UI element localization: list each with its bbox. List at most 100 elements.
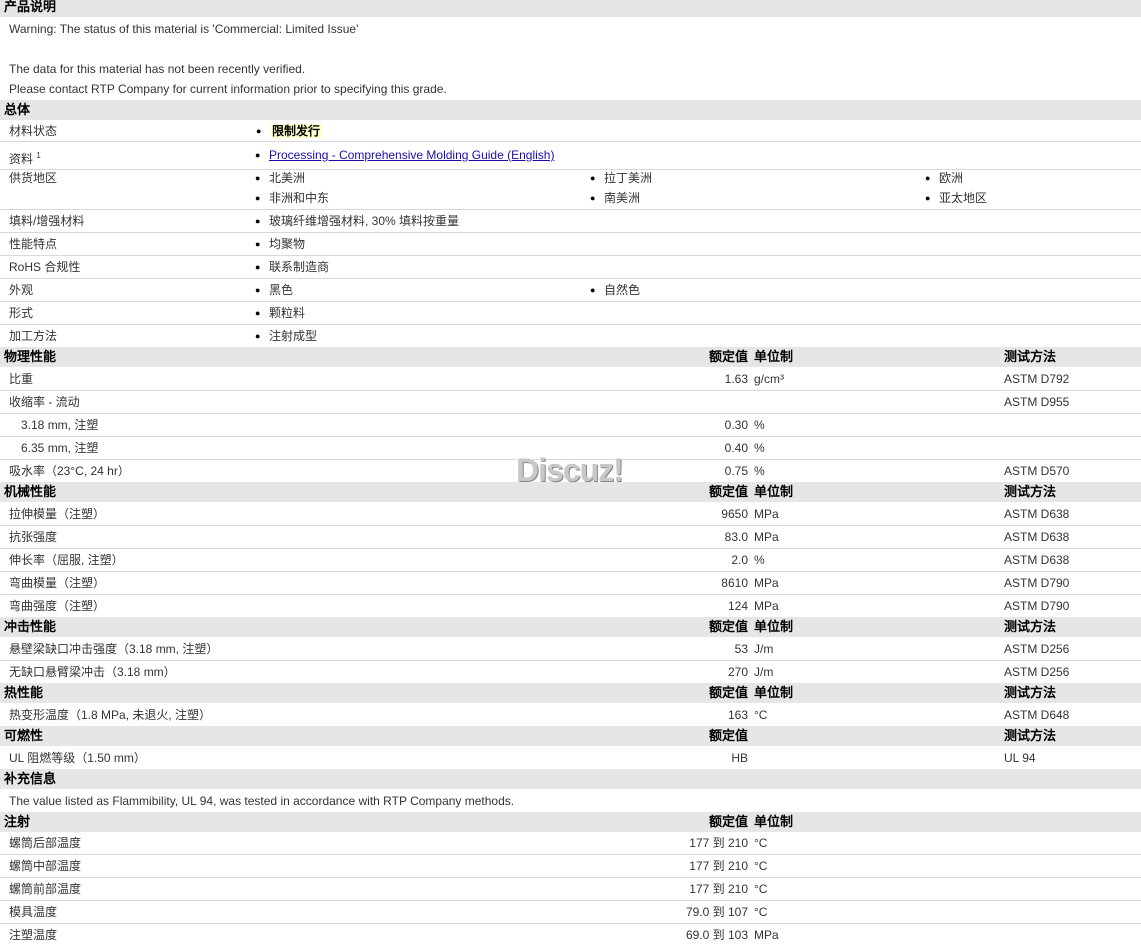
section-header-description: 产品说明 <box>0 0 1141 17</box>
property-label: 抗张强度 <box>9 530 58 544</box>
test-method: ASTM D648 <box>1004 708 1070 722</box>
molding-guide-link[interactable]: Processing - Comprehensive Molding Guide… <box>269 148 554 162</box>
value-header: 额定值 <box>708 349 748 364</box>
property-unit: J/m <box>754 642 774 656</box>
method-header: 测试方法 <box>1004 619 1057 634</box>
test-method: ASTM D638 <box>1004 507 1070 521</box>
row-label: 加工方法 <box>9 329 58 343</box>
test-method: ASTM D638 <box>1004 553 1070 567</box>
property-unit: % <box>754 464 765 478</box>
property-unit: % <box>754 553 765 567</box>
property-label: 拉伸模量（注塑） <box>9 507 106 521</box>
test-method: UL 94 <box>1004 751 1036 765</box>
section-title: 总体 <box>4 102 31 117</box>
property-label: 伸长率（屈服, 注塑） <box>9 553 124 567</box>
property-label: 吸水率（23°C, 24 hr） <box>9 464 130 478</box>
section-header-additional: 补充信息 <box>0 769 1141 789</box>
general-row-form: 形式 颗粒料 <box>0 302 1141 325</box>
supply-region: 非洲和中东 <box>255 187 329 209</box>
section-title: 注射 <box>4 814 31 829</box>
injection-row: 螺筒后部温度 177 到 210 °C <box>0 832 1141 855</box>
property-value: 124 <box>727 599 748 613</box>
general-row-filler: 填料/增强材料 玻璃纤维增强材料, 30% 填料按重量 <box>0 210 1141 233</box>
property-value: 177 到 210 <box>689 836 748 850</box>
mechanical-row: 弯曲强度（注塑） 124 MPa ASTM D790 <box>0 595 1141 618</box>
section-header-thermal: 热性能 额定值 单位制 测试方法 <box>0 683 1141 703</box>
supply-region: 北美洲 <box>255 167 305 189</box>
property-label: 6.35 mm, 注塑 <box>21 441 99 455</box>
property-unit: MPa <box>754 928 779 942</box>
property-unit: % <box>754 441 765 455</box>
appearance-value: 黑色 <box>255 279 293 301</box>
impact-row: 悬壁梁缺口冲击强度（3.18 mm, 注塑） 53 J/m ASTM D256 <box>0 638 1141 661</box>
status-value: 限制发行 <box>256 120 323 142</box>
value-header: 额定值 <box>708 685 748 700</box>
property-value: HB <box>731 751 748 765</box>
general-row-docs: 资料 1 Processing - Comprehensive Molding … <box>0 143 1141 170</box>
docs-link-item: Processing - Comprehensive Molding Guide… <box>255 143 554 168</box>
test-method: ASTM D955 <box>1004 395 1070 409</box>
test-method: ASTM D792 <box>1004 372 1070 386</box>
section-title: 机械性能 <box>4 484 57 499</box>
property-unit: J/m <box>754 665 774 679</box>
property-value: 2.0 <box>731 553 748 567</box>
test-method: ASTM D256 <box>1004 665 1070 679</box>
property-value: 270 <box>727 665 748 679</box>
filler-value: 玻璃纤维增强材料, 30% 填料按重量 <box>255 210 459 232</box>
property-label: UL 阻燃等级（1.50 mm） <box>9 751 146 765</box>
property-value: 177 到 210 <box>689 882 748 896</box>
property-unit: MPa <box>754 576 779 590</box>
property-value: 0.30 <box>724 418 748 432</box>
property-value: 53 <box>734 642 748 656</box>
section-header-flammability: 可燃性 额定值 测试方法 <box>0 726 1141 746</box>
property-label: 热变形温度（1.8 MPa, 未退火, 注塑） <box>9 708 212 722</box>
section-title: 可燃性 <box>4 728 44 743</box>
supply-region: 亚太地区 <box>925 187 987 209</box>
row-label: 供货地区 <box>9 171 58 185</box>
discuz-watermark: Discuz! <box>516 452 624 488</box>
appearance-value: 自然色 <box>590 279 640 301</box>
unit-header: 单位制 <box>754 484 794 499</box>
section-header-impact: 冲击性能 额定值 单位制 测试方法 <box>0 617 1141 637</box>
rohs-value: 联系制造商 <box>255 256 329 278</box>
property-label: 注塑温度 <box>9 928 58 942</box>
property-label: 收缩率 - 流动 <box>9 395 80 409</box>
value-header: 额定值 <box>708 728 748 743</box>
method-header: 测试方法 <box>1004 685 1057 700</box>
property-unit: MPa <box>754 530 779 544</box>
mechanical-row: 弯曲模量（注塑） 8610 MPa ASTM D790 <box>0 572 1141 595</box>
thermal-row: 热变形温度（1.8 MPa, 未退火, 注塑） 163 °C ASTM D648 <box>0 704 1141 727</box>
verification-text: The data for this material has not been … <box>9 62 306 76</box>
test-method: ASTM D570 <box>1004 464 1070 478</box>
section-header-injection: 注射 额定值 单位制 <box>0 812 1141 832</box>
property-label: 悬壁梁缺口冲击强度（3.18 mm, 注塑） <box>9 642 219 656</box>
row-label: 外观 <box>9 283 34 297</box>
property-value: 8610 <box>721 576 748 590</box>
general-row-rohs: RoHS 合规性 联系制造商 <box>0 256 1141 279</box>
flammability-row: UL 阻燃等级（1.50 mm） HB UL 94 <box>0 747 1141 770</box>
additional-info-text: The value listed as Flammibility, UL 94,… <box>9 794 515 808</box>
property-label: 比重 <box>9 372 34 386</box>
property-label: 螺筒中部温度 <box>9 859 82 873</box>
mechanical-row: 伸长率（屈服, 注塑） 2.0% ASTM D638 <box>0 549 1141 572</box>
method-header: 测试方法 <box>1004 484 1057 499</box>
row-label: RoHS 合规性 <box>9 260 81 274</box>
unit-header: 单位制 <box>754 619 794 634</box>
property-label: 弯曲模量（注塑） <box>9 576 106 590</box>
process-value: 注射成型 <box>255 325 317 347</box>
row-label: 填料/增强材料 <box>9 214 85 228</box>
injection-row: 注塑温度 69.0 到 103 MPa <box>0 924 1141 947</box>
property-label: 无缺口悬臂梁冲击（3.18 mm） <box>9 665 176 679</box>
supply-region: 拉丁美洲 <box>590 167 652 189</box>
unit-header: 单位制 <box>754 685 794 700</box>
general-row-feature: 性能特点 均聚物 <box>0 233 1141 256</box>
property-label: 弯曲强度（注塑） <box>9 599 106 613</box>
method-header: 测试方法 <box>1004 349 1057 364</box>
injection-row: 螺筒前部温度 177 到 210 °C <box>0 878 1141 901</box>
supply-region: 欧洲 <box>925 167 963 189</box>
physical-row: 3.18 mm, 注塑 0.30% <box>0 414 1141 437</box>
mechanical-row: 拉伸模量（注塑） 9650 MPa ASTM D638 <box>0 503 1141 526</box>
property-unit: MPa <box>754 507 779 521</box>
general-row-process: 加工方法 注射成型 <box>0 325 1141 347</box>
property-label: 螺筒前部温度 <box>9 882 82 896</box>
